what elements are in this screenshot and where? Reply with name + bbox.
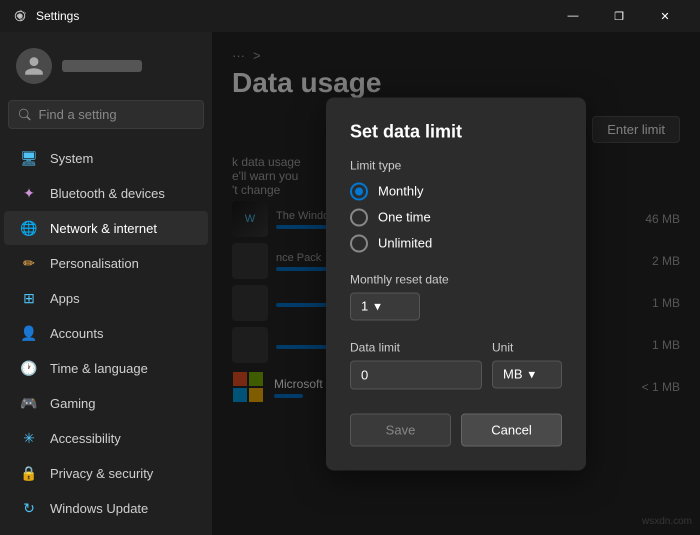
apps-icon: ⊞ <box>20 289 38 307</box>
sidebar-item-label: Apps <box>50 291 80 306</box>
data-limit-col: Data limit <box>350 340 482 389</box>
sidebar-item-label: Bluetooth & devices <box>50 186 165 201</box>
reset-date-section: Monthly reset date 1 ▾ <box>350 272 562 320</box>
set-data-limit-dialog: Set data limit Limit type Monthly One ti… <box>326 97 586 470</box>
sidebar-item-label: Personalisation <box>50 256 139 271</box>
titlebar-title: Settings <box>36 9 79 23</box>
sidebar-item-apps[interactable]: ⊞ Apps <box>4 281 208 315</box>
sidebar-item-windows-update[interactable]: ↻ Windows Update <box>4 491 208 525</box>
sidebar: 🖥 System ✦ Bluetooth & devices 🌐 Network… <box>0 32 212 535</box>
save-button[interactable]: Save <box>350 413 451 446</box>
sidebar-item-label: Accessibility <box>50 431 121 446</box>
sidebar-item-accessibility[interactable]: ✳ Accessibility <box>4 421 208 455</box>
sidebar-item-bluetooth[interactable]: ✦ Bluetooth & devices <box>4 176 208 210</box>
search-box[interactable] <box>8 100 204 129</box>
limit-type-label: Limit type <box>350 158 562 172</box>
sidebar-item-label: Network & internet <box>50 221 157 236</box>
data-limit-label: Data limit <box>350 340 482 354</box>
bluetooth-icon: ✦ <box>20 184 38 202</box>
radio-monthly-label: Monthly <box>378 184 424 199</box>
radio-monthly-outer <box>350 182 368 200</box>
reset-date-label: Monthly reset date <box>350 272 562 286</box>
data-limit-input[interactable] <box>350 360 482 389</box>
data-limit-section: Data limit Unit MB ▾ <box>350 340 562 389</box>
sidebar-item-accounts[interactable]: 👤 Accounts <box>4 316 208 350</box>
titlebar-left: Settings <box>12 8 79 24</box>
radio-unlimited-label: Unlimited <box>378 236 432 251</box>
accounts-icon: 👤 <box>20 324 38 342</box>
radio-one-time[interactable]: One time <box>350 208 562 226</box>
dialog-actions: Save Cancel <box>350 413 562 446</box>
search-icon <box>19 108 31 121</box>
avatar <box>16 48 52 84</box>
main-content: ··· > Data usage Ethernet ▾ Enter limit … <box>212 32 700 535</box>
sidebar-item-label: System <box>50 151 93 166</box>
sidebar-item-gaming[interactable]: 🎮 Gaming <box>4 386 208 420</box>
radio-monthly-inner <box>355 187 363 195</box>
unit-select[interactable]: MB ▾ <box>492 360 562 388</box>
sidebar-item-network[interactable]: 🌐 Network & internet <box>4 211 208 245</box>
user-section <box>0 40 212 100</box>
radio-group-limit-type: Monthly One time Unlimited <box>350 182 562 252</box>
unit-label: Unit <box>492 340 562 354</box>
reset-date-select[interactable]: 1 ▾ <box>350 292 420 320</box>
sidebar-item-personalisation[interactable]: ✏ Personalisation <box>4 246 208 280</box>
titlebar-controls: — ❐ ✕ <box>550 0 688 32</box>
unit-chevron: ▾ <box>529 366 536 382</box>
titlebar: Settings — ❐ ✕ <box>0 0 700 32</box>
sidebar-item-label: Privacy & security <box>50 466 153 481</box>
sidebar-item-label: Time & language <box>50 361 148 376</box>
radio-unlimited-outer <box>350 234 368 252</box>
sidebar-item-label: Gaming <box>50 396 96 411</box>
sidebar-item-system[interactable]: 🖥 System <box>4 141 208 175</box>
network-icon: 🌐 <box>20 219 38 237</box>
unit-col: Unit MB ▾ <box>492 340 562 389</box>
time-icon: 🕐 <box>20 359 38 377</box>
cancel-button[interactable]: Cancel <box>461 413 562 446</box>
dialog-title: Set data limit <box>350 121 562 142</box>
settings-icon <box>12 8 28 24</box>
maximize-button[interactable]: ❐ <box>596 0 642 32</box>
accessibility-icon: ✳ <box>20 429 38 447</box>
sidebar-item-time[interactable]: 🕐 Time & language <box>4 351 208 385</box>
radio-monthly[interactable]: Monthly <box>350 182 562 200</box>
gaming-icon: 🎮 <box>20 394 38 412</box>
sidebar-item-label: Accounts <box>50 326 103 341</box>
minimize-button[interactable]: — <box>550 0 596 32</box>
windows-update-icon: ↻ <box>20 499 38 517</box>
app-layout: 🖥 System ✦ Bluetooth & devices 🌐 Network… <box>0 32 700 535</box>
user-name-display <box>62 60 142 72</box>
sidebar-item-privacy[interactable]: 🔒 Privacy & security <box>4 456 208 490</box>
reset-date-chevron: ▾ <box>374 298 381 314</box>
privacy-icon: 🔒 <box>20 464 38 482</box>
reset-date-value: 1 <box>361 299 368 314</box>
sidebar-item-label: Windows Update <box>50 501 148 516</box>
search-input[interactable] <box>39 107 193 122</box>
personalisation-icon: ✏ <box>20 254 38 272</box>
radio-one-time-label: One time <box>378 210 431 225</box>
radio-unlimited[interactable]: Unlimited <box>350 234 562 252</box>
radio-one-time-outer <box>350 208 368 226</box>
system-icon: 🖥 <box>20 149 38 167</box>
unit-value: MB <box>503 367 523 382</box>
close-button[interactable]: ✕ <box>642 0 688 32</box>
